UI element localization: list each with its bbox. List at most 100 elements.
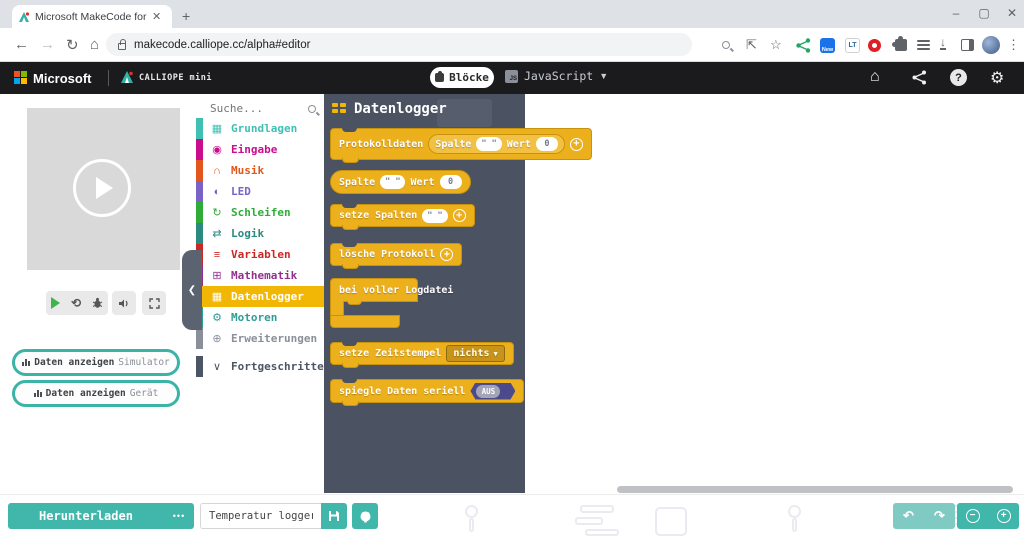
project-name-input[interactable] — [200, 503, 321, 529]
sim-fullscreen-button[interactable] — [142, 291, 166, 315]
zoom-search-icon[interactable] — [722, 37, 730, 52]
block-protokolldaten[interactable]: Protokolldaten Spalte " " Wert 0 + — [330, 128, 592, 160]
plus-icon[interactable]: + — [453, 209, 466, 222]
javascript-icon: JS — [505, 70, 518, 83]
plus-icon[interactable]: + — [440, 248, 453, 261]
redo-button[interactable]: ↷ — [924, 503, 955, 529]
category-logik[interactable]: ⇄Logik — [196, 223, 324, 244]
github-button[interactable] — [352, 503, 378, 529]
field-label: Wert — [410, 177, 434, 188]
home-button-icon[interactable]: ⌂ — [870, 68, 880, 86]
block-label: spiegle Daten seriell — [339, 386, 465, 397]
category-variablen[interactable]: ≡Variablen — [196, 244, 324, 265]
category-grundlagen[interactable]: ▦Grundlagen — [196, 118, 324, 139]
download-more-icon[interactable]: ••• — [164, 511, 194, 521]
browser-titlebar: Microsoft MakeCode for Calliop ✕ + – ▢ ✕ — [0, 0, 1024, 28]
ghost-bar — [585, 529, 619, 536]
category-erweiterungen[interactable]: ⊕Erweiterungen — [196, 328, 324, 349]
chevron-down-icon: ∨ — [210, 360, 224, 373]
boolean-toggle-field[interactable]: AUS — [470, 383, 515, 400]
search-input[interactable] — [210, 102, 290, 115]
block-loesche-protokoll[interactable]: lösche Protokoll + — [330, 243, 462, 266]
back-icon[interactable]: ← — [14, 36, 29, 53]
category-mathematik[interactable]: ⊞Mathematik — [196, 265, 324, 286]
media-list-icon[interactable] — [917, 40, 930, 50]
toolbox-collapse-handle[interactable]: ❮ — [182, 250, 202, 330]
tab-title: Microsoft MakeCode for Calliop — [35, 11, 147, 23]
category-musik[interactable]: ∩Musik — [196, 160, 324, 181]
extension-red-ring-icon[interactable] — [868, 39, 881, 52]
ghost-pin-stem — [469, 518, 474, 532]
category-motoren[interactable]: ⚙Motoren — [196, 307, 324, 328]
downloads-icon[interactable]: ↓ — [940, 37, 946, 50]
forward-icon[interactable]: → — [40, 36, 55, 53]
window-close-button[interactable]: ✕ — [1000, 6, 1024, 20]
field-label: Wert — [507, 139, 531, 150]
reload-icon[interactable]: ↻ — [66, 36, 79, 54]
help-icon[interactable]: ? — [950, 69, 967, 86]
extensions-puzzle-icon[interactable] — [895, 39, 907, 51]
sim-sound-button[interactable] — [112, 291, 136, 315]
horizontal-scrollbar[interactable] — [617, 486, 1013, 493]
javascript-toggle-button[interactable]: JS JavaScript ▼ — [505, 69, 608, 83]
blocks-toggle-button[interactable]: Blöcke — [430, 67, 494, 88]
sidebar-toggle-icon[interactable] — [961, 39, 974, 51]
show-data-simulator-button[interactable]: Daten anzeigen Simulator — [12, 349, 180, 376]
motor-icon: ⚙ — [210, 311, 224, 324]
header-divider — [108, 70, 109, 86]
share-icon[interactable] — [912, 70, 927, 85]
number-field[interactable]: 0 — [536, 137, 558, 151]
dropdown-value: nichts — [453, 348, 489, 359]
home-icon[interactable]: ⌂ — [90, 36, 99, 53]
download-button[interactable]: Herunterladen ••• — [8, 503, 194, 529]
tab-close-icon[interactable]: ✕ — [152, 10, 161, 23]
text-field[interactable]: " " — [422, 209, 447, 223]
text-field[interactable]: " " — [476, 137, 501, 151]
browser-menu-icon[interactable]: ⋮ — [1007, 37, 1020, 53]
share-page-icon[interactable]: ⇱ — [746, 37, 757, 53]
sim-play-icon[interactable] — [51, 297, 60, 309]
sim-debug-bug-icon[interactable] — [92, 297, 103, 309]
text-field[interactable]: " " — [380, 175, 405, 189]
dropdown-field[interactable]: nichts ▼ — [446, 345, 504, 362]
zoom-in-button[interactable]: + — [988, 503, 1019, 529]
block-setze-zeitstempel[interactable]: setze Zeitstempel nichts ▼ — [330, 342, 514, 365]
window-minimize-button[interactable]: – — [944, 6, 968, 20]
show-data-device-button[interactable]: Daten anzeigen Gerät — [12, 380, 180, 407]
window-maximize-button[interactable]: ▢ — [972, 6, 996, 20]
table-icon: ▦ — [210, 290, 224, 303]
category-datenlogger[interactable]: ▦Datenlogger — [196, 286, 324, 307]
profile-avatar[interactable] — [982, 36, 1000, 54]
zoom-out-button[interactable]: − — [957, 503, 988, 529]
number-field[interactable]: 0 — [440, 175, 462, 189]
block-setze-spalten[interactable]: setze Spalten " " + — [330, 204, 475, 227]
extension-languagetool-icon[interactable]: LT — [845, 38, 860, 53]
extension-new-icon[interactable]: New — [820, 38, 835, 53]
toolbox-search[interactable] — [210, 102, 316, 115]
block-spiegle-daten-seriell[interactable]: spiegle Daten seriell AUS — [330, 379, 524, 403]
show-data-sim-target: Simulator — [118, 357, 169, 368]
plus-icon[interactable]: + — [570, 138, 583, 151]
save-button[interactable] — [321, 503, 347, 529]
category-eingabe[interactable]: ◉Eingabe — [196, 139, 324, 160]
block-spalte-wert[interactable]: Spalte " " Wert 0 — [330, 170, 471, 194]
settings-gear-icon[interactable]: ⚙ — [990, 68, 1004, 88]
plus-circle-icon: ⊕ — [210, 332, 224, 345]
browser-tab[interactable]: Microsoft MakeCode for Calliop ✕ — [12, 5, 172, 28]
category-led[interactable]: ◐LED — [196, 181, 324, 202]
new-tab-button[interactable]: + — [182, 8, 190, 24]
undo-button[interactable]: ↶ — [893, 503, 924, 529]
show-data-device-label: Daten anzeigen — [46, 388, 126, 399]
microsoft-logo — [14, 71, 27, 84]
hat-spine — [330, 301, 344, 316]
ghost-pin — [788, 505, 801, 518]
hat-bottom — [330, 315, 400, 328]
address-bar[interactable]: makecode.calliope.cc/alpha#editor — [106, 33, 692, 56]
sim-restart-icon[interactable]: ⟲ — [71, 296, 81, 310]
bookmark-star-icon[interactable]: ☆ — [770, 37, 782, 53]
category-schleifen[interactable]: ↻Schleifen — [196, 202, 324, 223]
field-label: Spalte — [339, 177, 375, 188]
category-fortgeschritten[interactable]: ∨Fortgeschritten — [196, 356, 324, 377]
extension-share-green-icon[interactable] — [796, 38, 811, 53]
nested-spalte-wert-block[interactable]: Spalte " " Wert 0 — [428, 134, 565, 154]
